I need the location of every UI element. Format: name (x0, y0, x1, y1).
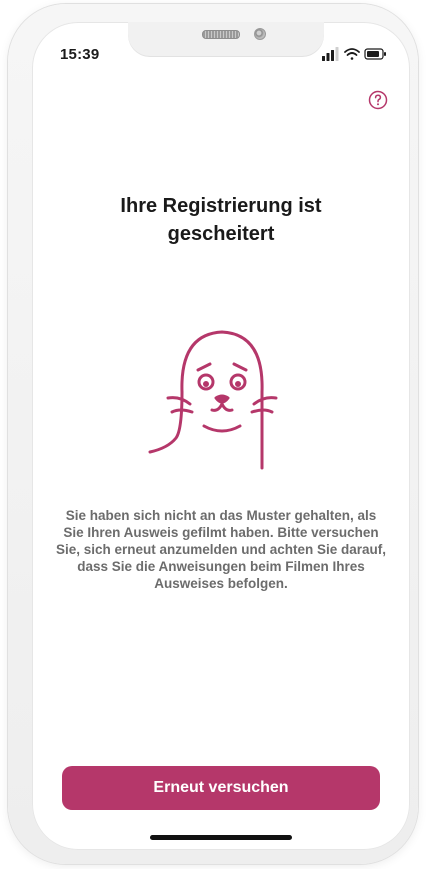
home-indicator[interactable] (150, 835, 292, 840)
speaker-grille (202, 30, 240, 39)
phone-frame: 15:39 Ihre Registrierung ist gescheitert… (8, 4, 418, 864)
phone-screen: 15:39 Ihre Registrierung ist gescheitert… (32, 22, 410, 850)
wifi-icon (344, 48, 360, 60)
retry-button[interactable]: Erneut versuchen (62, 766, 380, 810)
help-circle-icon[interactable] (368, 90, 388, 110)
status-icons (322, 47, 386, 61)
notch (128, 22, 324, 56)
status-time: 15:39 (60, 46, 100, 63)
signal-icon (322, 47, 339, 61)
page-title: Ihre Registrierung ist gescheitert (120, 195, 322, 245)
error-description: Sie haben sich nicht an das Muster gehal… (55, 508, 387, 591)
seal-mascot-icon (148, 330, 278, 470)
battery-icon (364, 48, 386, 60)
front-camera (254, 28, 266, 40)
stage: 15:39 Ihre Registrierung ist gescheitert… (0, 0, 426, 869)
